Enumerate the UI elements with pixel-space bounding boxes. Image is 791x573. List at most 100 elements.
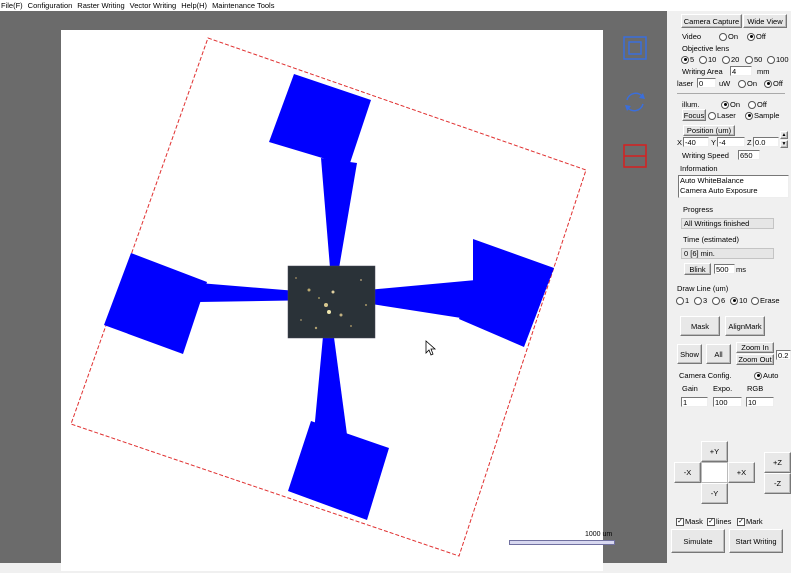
laser-on-label: On (747, 79, 758, 88)
drawline-1-radio[interactable]: 1 (676, 296, 689, 305)
z-label: Z (747, 138, 752, 147)
x-position-field[interactable]: -40 (683, 137, 709, 147)
menu-raster-writing[interactable]: Raster Writing (76, 1, 128, 10)
jog-minus-y-button[interactable]: -Y (701, 483, 728, 504)
objective-50-radio[interactable]: 50 (745, 55, 762, 64)
objective-5-radio[interactable]: 5 (681, 55, 694, 64)
drawline-10-label: 10 (739, 296, 748, 305)
information-label: Information (680, 164, 718, 173)
zoom-field[interactable]: 0.2 (776, 350, 791, 360)
rotate-icon[interactable] (622, 89, 648, 115)
camera-capture-button[interactable]: Camera Capture (681, 14, 742, 28)
mask-button[interactable]: Mask (680, 316, 720, 336)
objective-10-label: 10 (708, 55, 717, 64)
z-spin-down-button[interactable]: ▼ (780, 140, 788, 148)
menu-configuration[interactable]: Configuration (27, 1, 77, 10)
fit-view-icon[interactable] (622, 35, 648, 61)
simulate-button[interactable]: Simulate (671, 529, 725, 553)
laser-off-label: Off (773, 79, 783, 88)
menu-file[interactable]: File(F) (0, 1, 27, 10)
menu-maintenance-tools[interactable]: Maintenance Tools (211, 1, 278, 10)
camera-config-label: Camera Config. (679, 371, 732, 380)
objective-10-radio[interactable]: 10 (699, 55, 716, 64)
time-value: 0 [6] min. (681, 248, 774, 259)
expo-label: Expo. (713, 384, 733, 393)
writing-speed-label: Writing Speed (682, 151, 729, 160)
drawline-3-radio[interactable]: 3 (694, 296, 707, 305)
control-panel: Camera Capture Wide View Video On Off Ob… (667, 11, 791, 563)
objective-20-radio[interactable]: 20 (722, 55, 739, 64)
illum-off-radio[interactable]: Off (748, 100, 767, 109)
scale-label: 1000 um (585, 531, 613, 538)
mark-checkbox[interactable]: ✓ Mark (737, 517, 763, 526)
drawline-6-radio[interactable]: 6 (712, 296, 725, 305)
zoom-out-button[interactable]: Zoom Out (736, 354, 774, 365)
writing-area-field[interactable]: 4 (730, 66, 752, 76)
video-on-radio[interactable]: On (719, 32, 738, 41)
position-button[interactable]: Position (um) (683, 125, 735, 136)
menu-help[interactable]: Help(H) (180, 1, 211, 10)
y-position-field[interactable]: -4 (717, 137, 745, 147)
jog-plus-y-button[interactable]: +Y (701, 441, 728, 462)
jog-plus-x-button[interactable]: +X (728, 462, 755, 483)
jog-minus-z-button[interactable]: -Z (764, 473, 791, 494)
expo-field[interactable]: 100 (713, 397, 742, 407)
objective-5-label: 5 (690, 55, 695, 64)
writing-area-unit: mm (757, 67, 770, 76)
mouse-cursor-icon (425, 340, 437, 356)
laser-off-radio[interactable]: Off (764, 79, 783, 88)
video-on-label: On (728, 32, 739, 41)
show-button[interactable]: Show (677, 344, 702, 364)
illum-off-label: Off (757, 100, 767, 109)
jog-plus-z-button[interactable]: +Z (764, 452, 791, 473)
lead-top (321, 158, 357, 280)
drawline-erase-radio[interactable]: Erase (751, 296, 780, 305)
alignmark-button[interactable]: AlignMark (725, 316, 765, 336)
writing-area-label: Writing Area (682, 67, 723, 76)
auto-label: Auto (763, 371, 779, 380)
focus-button[interactable]: Focus (682, 109, 706, 121)
lines-checkbox-label: lines (716, 517, 732, 526)
drawline-3-label: 3 (703, 296, 708, 305)
lines-checkbox[interactable]: ✓ lines (707, 517, 731, 526)
video-off-radio[interactable]: Off (747, 32, 766, 41)
gain-field[interactable]: 1 (681, 397, 708, 407)
objective-100-label: 100 (776, 55, 789, 64)
info-line: Auto WhiteBalance (680, 176, 744, 185)
zoom-in-button[interactable]: Zoom In (736, 342, 774, 353)
pattern-canvas[interactable] (61, 30, 603, 571)
laser-on-radio[interactable]: On (738, 79, 757, 88)
illum-on-radio[interactable]: On (721, 100, 740, 109)
z-spin-up-button[interactable]: ▲ (780, 131, 788, 139)
z-position-field[interactable]: 0.0 (753, 137, 779, 147)
menu-bar: File(F) Configuration Raster Writing Vec… (0, 0, 791, 11)
video-off-label: Off (756, 32, 766, 41)
start-writing-button[interactable]: Start Writing (729, 529, 783, 553)
laser-label: laser (677, 79, 694, 88)
fit-width-icon[interactable] (622, 143, 648, 169)
objective-50-label: 50 (754, 55, 763, 64)
draw-line-label: Draw Line (um) (677, 284, 729, 293)
blink-button[interactable]: Blink (684, 263, 711, 275)
illum-on-label: On (730, 100, 741, 109)
laser-unit: uW (719, 79, 731, 88)
auto-exposure-radio[interactable]: Auto (754, 371, 778, 380)
all-button[interactable]: All (706, 344, 731, 364)
wide-view-button[interactable]: Wide View (743, 14, 787, 28)
drawline-10-radio[interactable]: 10 (730, 296, 747, 305)
mask-checkbox[interactable]: ✓ Mask (676, 517, 703, 526)
rgb-field[interactable]: 10 (746, 397, 774, 407)
objective-100-radio[interactable]: 100 (767, 55, 789, 64)
focus-laser-label: Laser (717, 111, 736, 120)
blink-field[interactable]: 500 (714, 264, 735, 274)
laser-power-field[interactable]: 0 (697, 78, 716, 88)
jog-minus-x-button[interactable]: -X (674, 462, 701, 483)
pattern-drawing (70, 37, 587, 557)
writing-speed-field[interactable]: 650 (738, 150, 760, 160)
focus-sample-label: Sample (754, 111, 780, 120)
focus-sample-radio[interactable]: Sample (745, 111, 779, 120)
menu-vector-writing[interactable]: Vector Writing (129, 1, 181, 10)
x-label: X (677, 138, 683, 147)
jog-center (701, 462, 728, 483)
focus-laser-radio[interactable]: Laser (708, 111, 736, 120)
